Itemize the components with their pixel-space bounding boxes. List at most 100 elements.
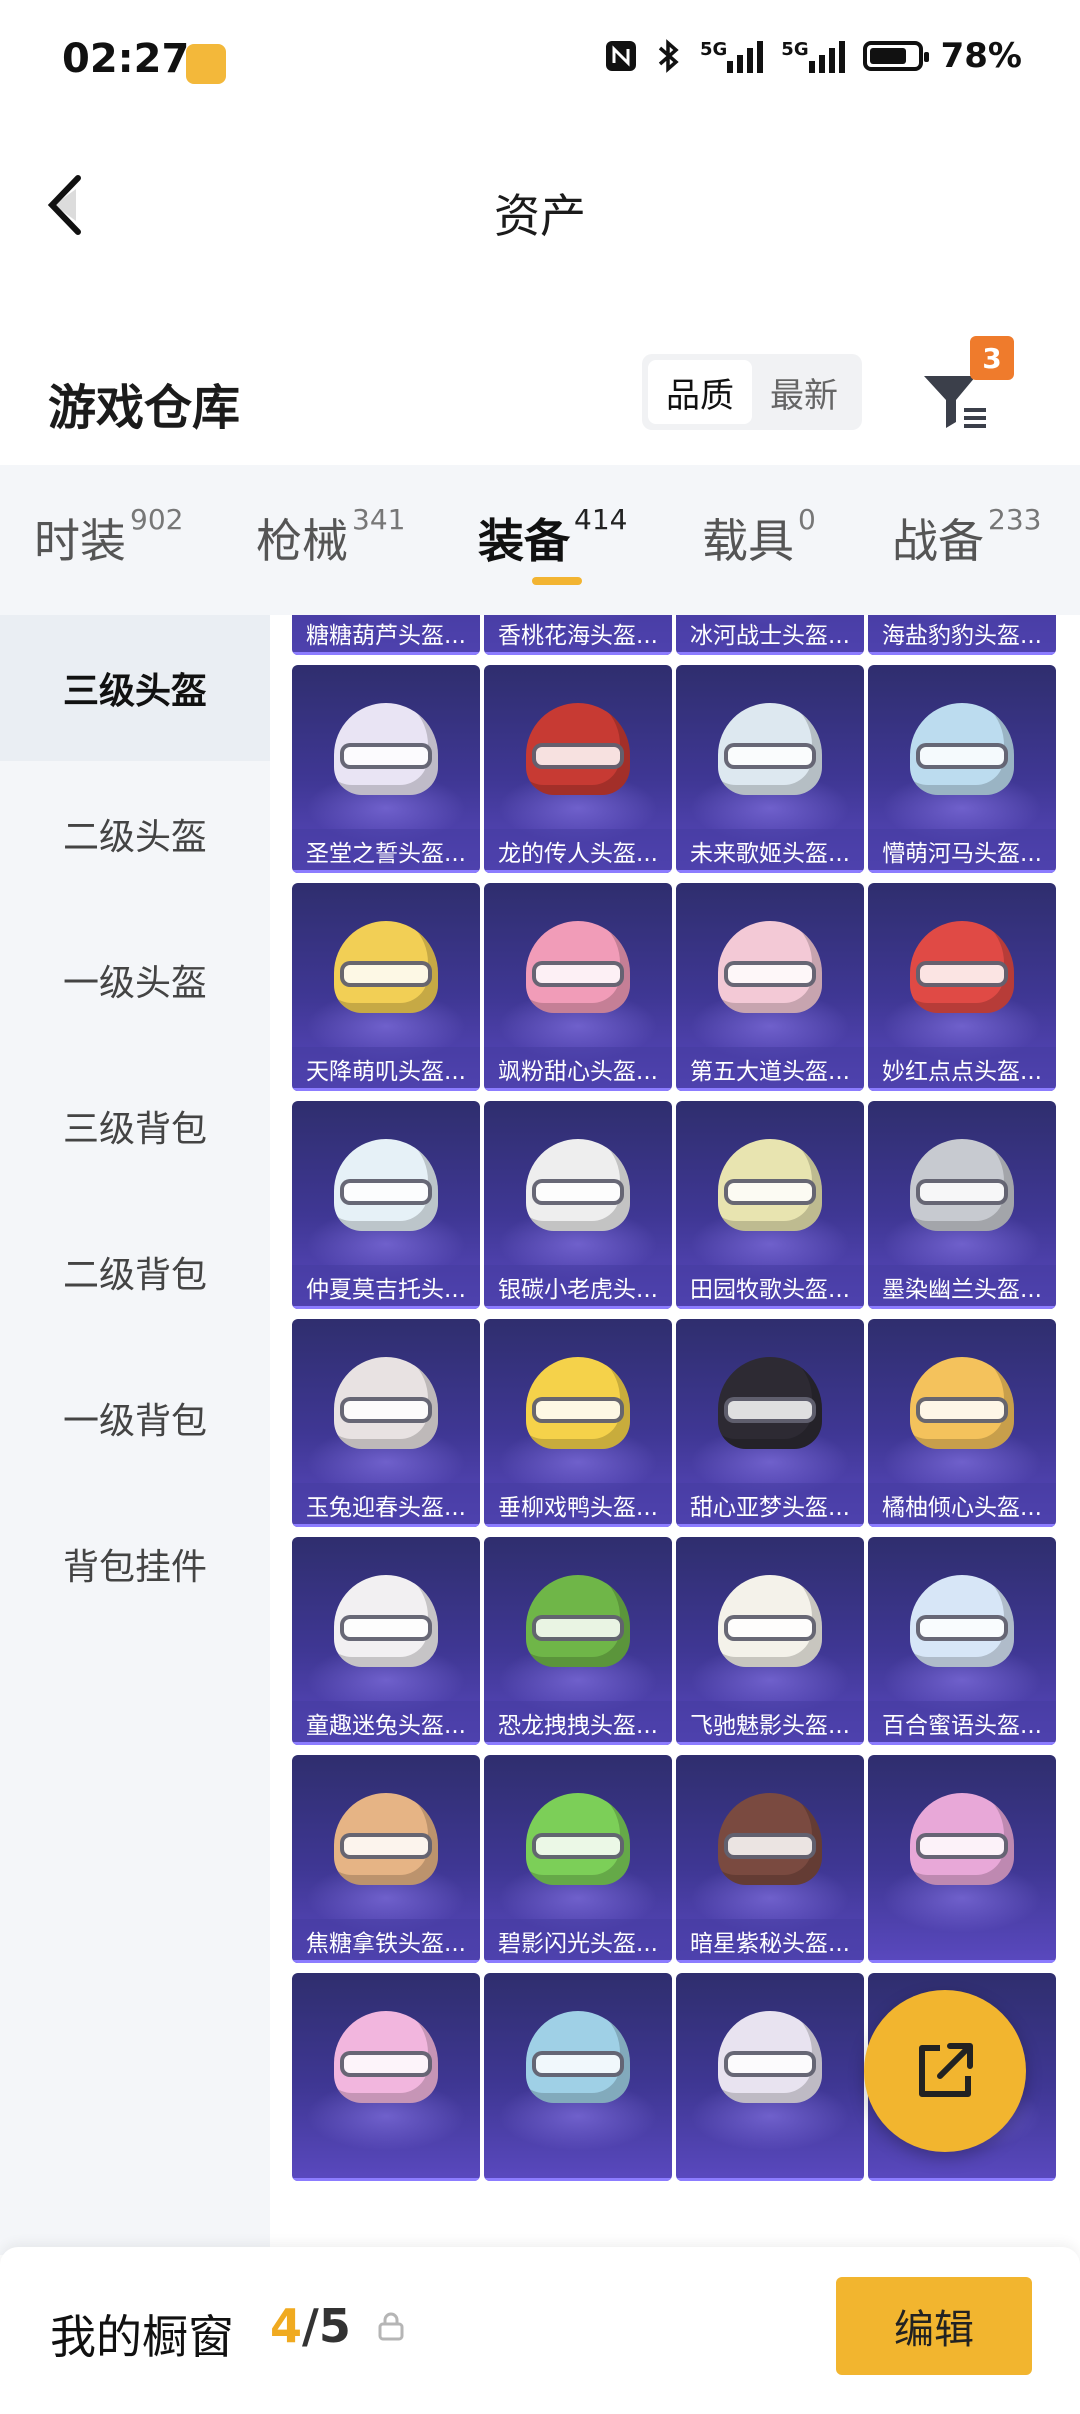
sort-option-newest[interactable]: 最新 <box>752 360 856 424</box>
app-notification-icon <box>186 44 226 84</box>
sort-option-quality[interactable]: 品质 <box>648 360 752 424</box>
tab-label: 战备 <box>892 514 984 568</box>
showcase-label: 我的橱窗 <box>50 2310 234 2364</box>
item-name: 焦糖拿铁头盔... <box>292 1919 480 1963</box>
sidebar-item-backpack-pendant[interactable]: 背包挂件 <box>0 1491 270 1637</box>
item-card[interactable]: 妙红点点头盔... <box>868 883 1056 1091</box>
item-name: 田园牧歌头盔... <box>676 1265 864 1309</box>
item-card[interactable]: 玉兔迎春头盔... <box>292 1319 480 1527</box>
rarity-strip <box>484 1742 672 1745</box>
item-card[interactable]: 天降萌叽头盔... <box>292 883 480 1091</box>
item-card[interactable]: 童趣迷兔头盔... <box>292 1537 480 1745</box>
item-card[interactable]: 懵萌河马头盔... <box>868 665 1056 873</box>
rarity-strip <box>676 1524 864 1527</box>
item-name: 飒粉甜心头盔... <box>484 1047 672 1091</box>
filter-button[interactable]: 3 <box>918 336 1014 440</box>
rarity-strip <box>292 870 480 873</box>
helmet-visor <box>916 1179 1008 1205</box>
item-card[interactable]: 暗星紫秘头盔... <box>676 1755 864 1963</box>
item-card[interactable] <box>484 1973 672 2181</box>
edit-button[interactable]: 编辑 <box>836 2277 1032 2375</box>
helmet-visor <box>724 2051 816 2077</box>
item-card[interactable]: 龙的传人头盔... <box>484 665 672 873</box>
tab-count: 902 <box>130 503 184 536</box>
showcase-count-total: 5 <box>318 2299 351 2353</box>
item-name: 银碳小老虎头... <box>484 1265 672 1309</box>
item-card[interactable]: 糖糖葫芦头盔... <box>292 615 480 655</box>
sidebar-item-level3-backpack[interactable]: 三级背包 <box>0 1053 270 1199</box>
helmet-visor <box>532 1179 624 1205</box>
battery-icon <box>862 41 929 71</box>
tab-vehicles[interactable]: 载具 0 <box>702 503 816 571</box>
item-card[interactable]: 碧影闪光头盔... <box>484 1755 672 1963</box>
rarity-strip <box>292 1306 480 1309</box>
item-name: 龙的传人头盔... <box>484 829 672 873</box>
item-card[interactable]: 墨染幽兰头盔... <box>868 1101 1056 1309</box>
rarity-strip <box>484 2178 672 2181</box>
item-card[interactable]: 香桃花海头盔... <box>484 615 672 655</box>
rarity-strip <box>292 1088 480 1091</box>
sidebar-item-level1-backpack[interactable]: 一级背包 <box>0 1345 270 1491</box>
item-card[interactable]: 海盐豹豹头盔... <box>868 615 1056 655</box>
item-card[interactable]: 圣堂之誓头盔... <box>292 665 480 873</box>
rarity-strip <box>292 652 480 655</box>
item-card[interactable] <box>292 1973 480 2181</box>
sidebar-item-level2-backpack[interactable]: 二级背包 <box>0 1199 270 1345</box>
helmet-visor <box>340 2051 432 2077</box>
helmet-visor <box>916 1833 1008 1859</box>
tab-fashion[interactable]: 时装 902 <box>34 503 184 571</box>
item-card[interactable]: 飒粉甜心头盔... <box>484 883 672 1091</box>
sort-toggle: 品质 最新 <box>642 354 862 430</box>
item-card[interactable]: 冰河战士头盔... <box>676 615 864 655</box>
title-bar: 资产 <box>0 150 1080 260</box>
item-card[interactable]: 第五大道头盔... <box>676 883 864 1091</box>
item-card[interactable]: 田园牧歌头盔... <box>676 1101 864 1309</box>
category-tabs: 时装 902 枪械 341 装备 414 载具 0 战备 233 <box>0 465 1080 615</box>
item-card[interactable] <box>676 1973 864 2181</box>
item-name: 甜心亚梦头盔... <box>676 1483 864 1527</box>
section-title: 游戏仓库 <box>48 380 241 436</box>
helmet-visor <box>532 743 624 769</box>
item-card[interactable] <box>868 1755 1056 1963</box>
item-name: 冰河战士头盔... <box>676 615 864 655</box>
item-name: 百合蜜语头盔... <box>868 1701 1056 1745</box>
rarity-strip <box>484 1088 672 1091</box>
status-bar: 02:27 5G 5G 78% <box>0 0 1080 128</box>
tab-firearms[interactable]: 枪械 341 <box>256 503 405 571</box>
item-name: 妙红点点头盔... <box>868 1047 1056 1091</box>
item-card[interactable]: 焦糖拿铁头盔... <box>292 1755 480 1963</box>
rarity-strip <box>868 1960 1056 1963</box>
item-card[interactable]: 甜心亚梦头盔... <box>676 1319 864 1527</box>
tab-equipment[interactable]: 装备 414 <box>478 503 628 571</box>
item-card[interactable]: 百合蜜语头盔... <box>868 1537 1056 1745</box>
tab-count: 414 <box>574 503 628 536</box>
item-card[interactable]: 橘柚倾心头盔... <box>868 1319 1056 1527</box>
item-card[interactable]: 飞驰魅影头盔... <box>676 1537 864 1745</box>
item-grid: 糖糖葫芦头盔... 香桃花海头盔... 冰河战士头盔... 海盐豹豹头盔... 圣堂之誓… <box>292 615 1056 2181</box>
item-card[interactable]: 银碳小老虎头... <box>484 1101 672 1309</box>
helmet-visor <box>724 1397 816 1423</box>
item-card[interactable]: 垂柳戏鸭头盔... <box>484 1319 672 1527</box>
tab-supplies[interactable]: 战备 233 <box>892 503 1041 571</box>
item-card[interactable]: 仲夏莫吉托头... <box>292 1101 480 1309</box>
active-tab-indicator <box>532 577 582 585</box>
battery-level <box>869 48 906 64</box>
item-name: 玉兔迎春头盔... <box>292 1483 480 1527</box>
rarity-strip <box>292 1524 480 1527</box>
item-name: 垂柳戏鸭头盔... <box>484 1483 672 1527</box>
filter-count-badge: 3 <box>970 336 1014 380</box>
rarity-strip <box>676 2178 864 2181</box>
helmet-visor <box>724 961 816 987</box>
rarity-strip <box>484 1524 672 1527</box>
item-card[interactable]: 恐龙拽拽头盔... <box>484 1537 672 1745</box>
rarity-strip <box>868 1742 1056 1745</box>
item-card[interactable]: 未来歌姬头盔... <box>676 665 864 873</box>
rarity-strip <box>676 652 864 655</box>
sidebar-item-level3-helmet[interactable]: 三级头盔 <box>0 615 270 761</box>
sidebar-item-level1-helmet[interactable]: 一级头盔 <box>0 907 270 1053</box>
sidebar-item-level2-helmet[interactable]: 二级头盔 <box>0 761 270 907</box>
rarity-strip <box>484 870 672 873</box>
signal-icon <box>727 39 764 73</box>
item-name: 仲夏莫吉托头... <box>292 1265 480 1309</box>
share-button[interactable] <box>864 1990 1026 2152</box>
